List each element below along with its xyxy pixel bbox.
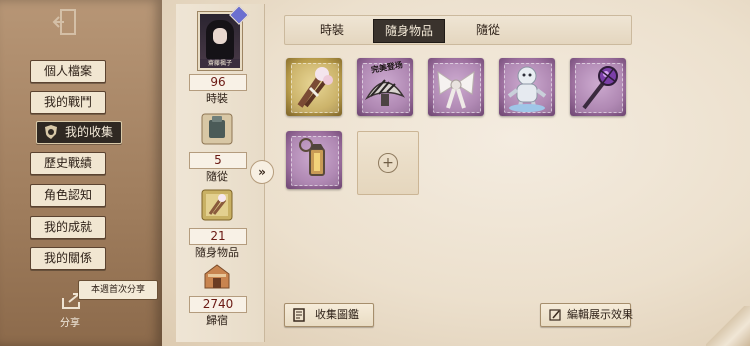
page-curl bbox=[706, 306, 750, 346]
character-portrait[interactable]: 齋藤楓子 bbox=[198, 5, 249, 70]
accessory-stamp-icon bbox=[201, 189, 233, 221]
follower-label: 隨從 bbox=[206, 170, 228, 183]
shield-icon bbox=[45, 125, 57, 139]
share-reward-badge: 本週首次分享 bbox=[78, 280, 158, 300]
destination-stamp-icon bbox=[204, 264, 230, 289]
accessory-item-feather-fan[interactable]: 完美登场 bbox=[357, 58, 413, 116]
sidebar-item-profile[interactable]: 個人檔案 bbox=[30, 60, 106, 83]
expand-chevron-button[interactable]: » bbox=[250, 160, 274, 184]
accessory-item-bouquet[interactable] bbox=[286, 58, 342, 116]
accessory-label: 隨身物品 bbox=[195, 246, 239, 259]
portrait-face bbox=[213, 28, 227, 44]
follower-count: 5 bbox=[189, 152, 247, 169]
white-bow-icon bbox=[437, 71, 475, 109]
share-label[interactable]: 分享 bbox=[60, 314, 80, 329]
sidebar-item-history[interactable]: 歷史戰績 bbox=[30, 152, 106, 175]
tab-costumes[interactable]: 時裝 bbox=[307, 16, 357, 44]
tab-followers[interactable]: 隨從 bbox=[463, 16, 513, 44]
accessory-count: 21 bbox=[189, 228, 247, 245]
edit-display-button[interactable]: 編輯展示效果 bbox=[540, 303, 633, 327]
destination-label: 歸宿 bbox=[206, 314, 228, 327]
accessory-item-lantern[interactable] bbox=[286, 131, 342, 189]
gem-scepter-icon bbox=[582, 66, 618, 110]
sidebar-item-relationships[interactable]: 我的關係 bbox=[30, 247, 106, 270]
exit-door-icon[interactable] bbox=[52, 8, 78, 36]
catalog-book-icon bbox=[293, 308, 305, 322]
button-label: 編輯展示效果 bbox=[567, 308, 633, 321]
sidebar-item-battles[interactable]: 我的戰鬥 bbox=[30, 91, 106, 114]
tab-accessories[interactable]: 隨身物品 bbox=[373, 19, 445, 43]
collection-tab-bar: 時裝 隨身物品 隨從 bbox=[284, 15, 632, 45]
costume-label: 時裝 bbox=[206, 92, 228, 105]
collection-catalog-button[interactable]: 收集圖鑑 bbox=[284, 303, 374, 327]
sidebar-item-character-knowledge[interactable]: 角色認知 bbox=[30, 184, 106, 207]
rag-doll-icon bbox=[507, 66, 547, 112]
accessory-item-rag-doll[interactable] bbox=[499, 58, 555, 116]
sidebar-item-achievements[interactable]: 我的成就 bbox=[30, 216, 106, 239]
accessory-item-white-bow[interactable] bbox=[428, 58, 484, 116]
button-label: 收集圖鑑 bbox=[315, 308, 359, 321]
character-name: 齋藤楓子 bbox=[200, 59, 240, 68]
destination-count: 2740 bbox=[189, 296, 247, 313]
edit-pencil-icon bbox=[549, 309, 561, 321]
empty-item-slot[interactable]: + bbox=[357, 131, 419, 195]
sidebar-item-collection[interactable]: 我的收集 bbox=[36, 121, 122, 144]
bouquet-icon bbox=[297, 67, 333, 108]
add-icon: + bbox=[378, 153, 398, 173]
follower-stamp-icon bbox=[201, 113, 233, 145]
costume-count: 96 bbox=[189, 74, 247, 91]
accessory-item-gem-scepter[interactable] bbox=[570, 58, 626, 116]
lantern-icon bbox=[299, 138, 325, 176]
sidebar-item-label: 我的收集 bbox=[65, 125, 114, 139]
